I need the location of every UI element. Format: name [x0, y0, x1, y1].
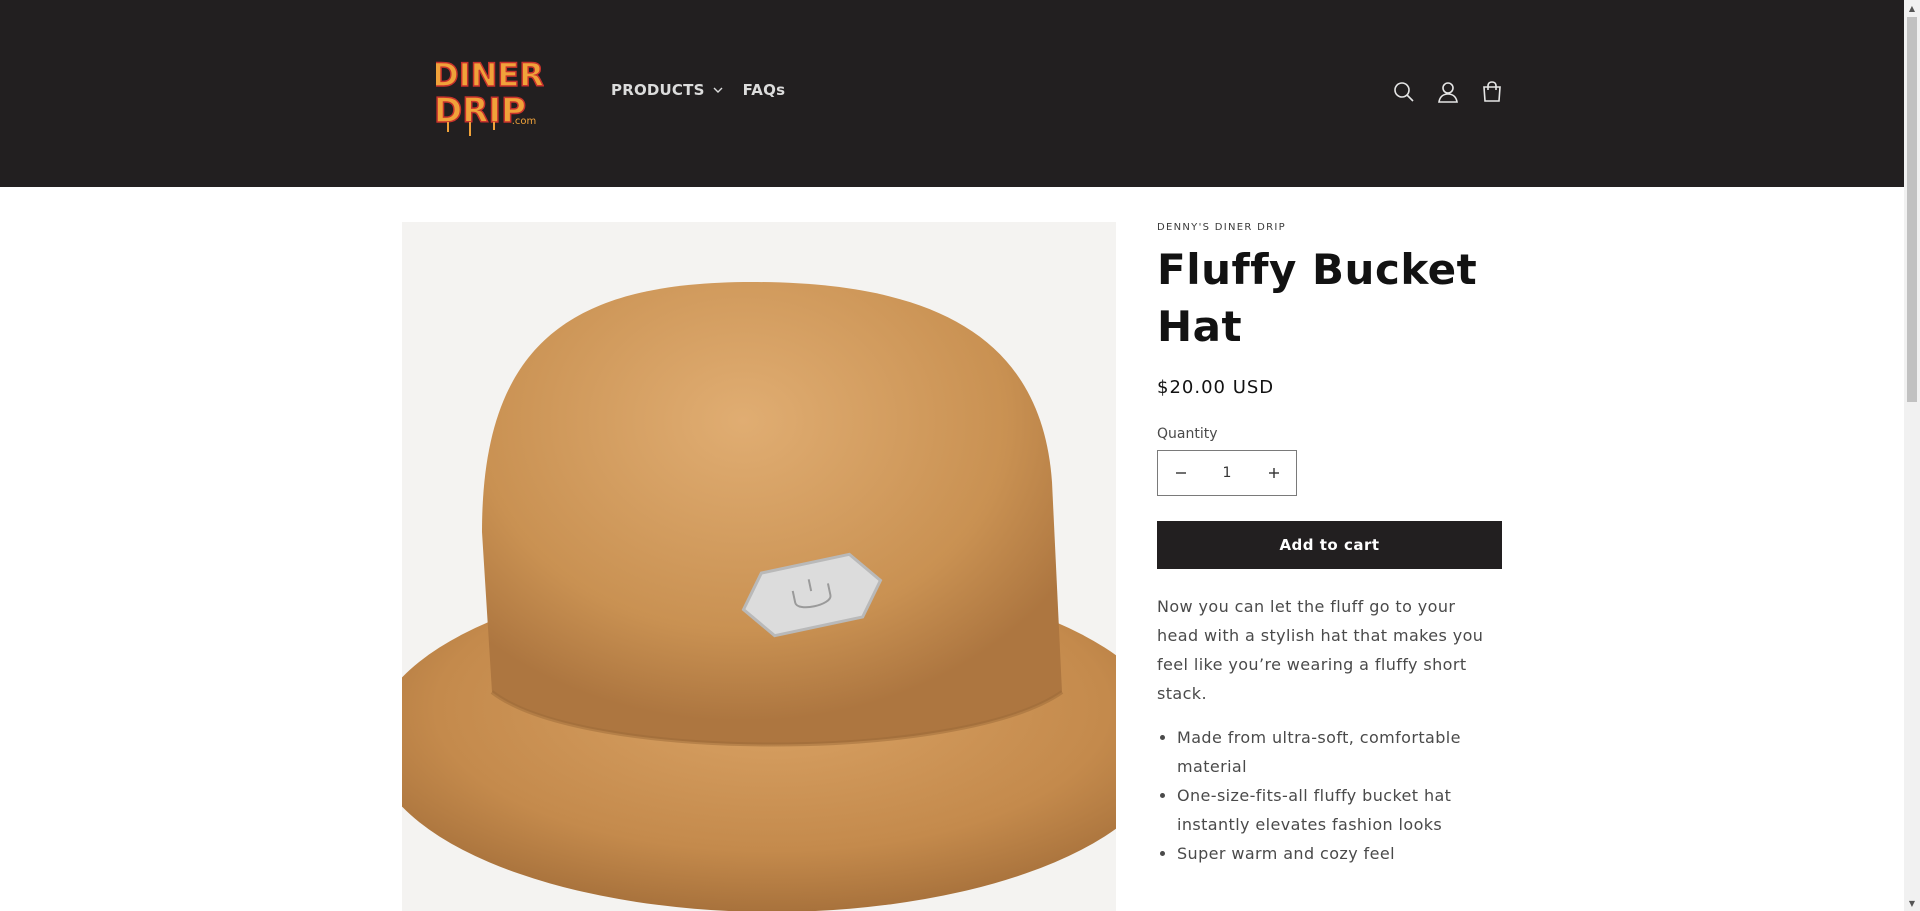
svg-text:DINER: DINER	[436, 56, 544, 94]
quantity-input[interactable]	[1203, 464, 1251, 483]
page-scrollbar[interactable]: ▲ ▼	[1904, 0, 1920, 911]
nav-products[interactable]: PRODUCTS	[611, 81, 723, 99]
product-title: Fluffy Bucket Hat	[1157, 245, 1478, 352]
logo-graphic: DINER DRIP .com	[436, 55, 544, 136]
scroll-up-arrow-icon[interactable]: ▲	[1904, 0, 1920, 16]
feature-item: Super warm and cozy feel	[1177, 840, 1502, 869]
search-icon[interactable]	[1392, 80, 1416, 104]
product-price: $20.00 USD	[1157, 377, 1275, 399]
scrollbar-thumb[interactable]	[1907, 17, 1917, 402]
feature-list: Made from ultra-soft, comfortable materi…	[1157, 724, 1502, 868]
quantity-stepper	[1157, 450, 1297, 497]
decrease-quantity-button[interactable]	[1158, 451, 1203, 495]
header-actions	[1392, 80, 1504, 104]
main-nav: PRODUCTS FAQs	[611, 81, 785, 99]
product-image[interactable]	[402, 222, 1116, 911]
product-vendor: DENNY'S DINER DRIP	[1157, 222, 1286, 233]
chevron-down-icon	[713, 87, 723, 93]
nav-products-label: PRODUCTS	[611, 81, 705, 99]
feature-item: One-size-fits-all fluffy bucket hat inst…	[1177, 782, 1502, 840]
description-text: Now you can let the fluff go to your hea…	[1157, 597, 1484, 703]
diner-drip-logo[interactable]: DINER DRIP .com	[436, 50, 544, 138]
feature-item: Made from ultra-soft, comfortable materi…	[1177, 724, 1502, 782]
minus-icon	[1175, 472, 1186, 474]
increase-quantity-button[interactable]	[1251, 451, 1296, 495]
nav-faqs-label: FAQs	[742, 81, 786, 99]
site-header: DINER DRIP .com PRODUCTS FAQs	[0, 0, 1904, 187]
cart-icon[interactable]	[1480, 80, 1504, 104]
svg-text:.com: .com	[512, 116, 537, 127]
account-icon[interactable]	[1436, 80, 1460, 104]
product-info: DENNY'S DINER DRIP Fluffy Bucket Hat $20…	[1157, 222, 1502, 868]
plus-icon	[1268, 468, 1279, 479]
add-to-cart-button[interactable]: Add to cart	[1157, 521, 1502, 570]
bucket-hat-image	[402, 222, 1116, 911]
product-description: Now you can let the fluff go to your hea…	[1157, 593, 1502, 868]
nav-faqs[interactable]: FAQs	[743, 81, 786, 99]
quantity-label: Quantity	[1157, 426, 1218, 443]
scroll-down-arrow-icon[interactable]: ▼	[1904, 895, 1920, 911]
